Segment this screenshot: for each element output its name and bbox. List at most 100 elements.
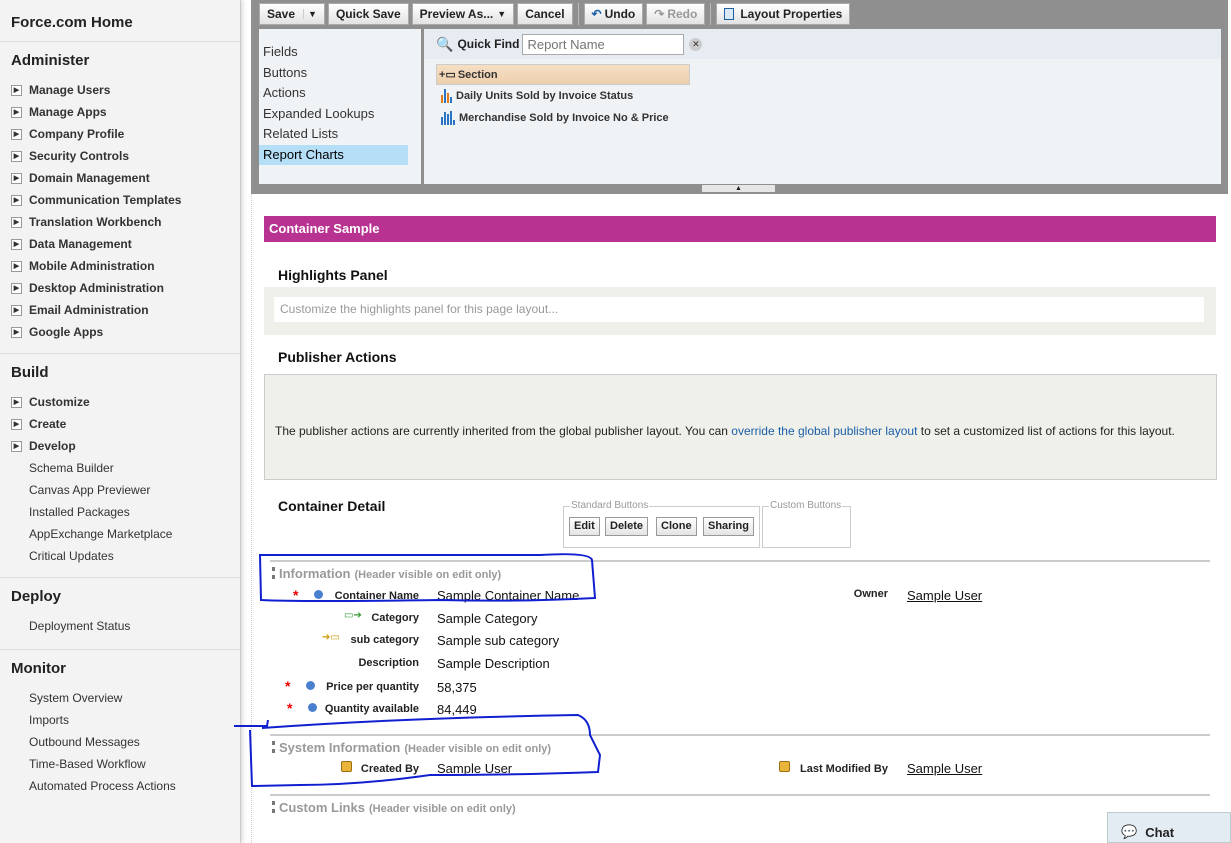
monitor-heading: Monitor [11, 660, 66, 677]
palette-item-report-chart[interactable]: Merchandise Sold by Invoice No & Price [424, 107, 1221, 129]
quick-find-bar: 🔍 Quick Find ✕ [424, 29, 1221, 59]
override-publisher-layout-link[interactable]: override the global publisher layout [731, 424, 917, 438]
field-value[interactable]: Sample sub category [437, 633, 559, 648]
drag-handle-icon[interactable] [272, 801, 275, 813]
sidebar-link-system-overview[interactable]: System Overview [0, 687, 240, 709]
quick-save-button[interactable]: Quick Save [327, 3, 409, 25]
palette-category-actions[interactable]: Actions [259, 83, 421, 104]
required-icon: * [293, 587, 299, 603]
sidebar-item-translation-workbench[interactable]: ▶ Translation Workbench [0, 211, 240, 233]
expand-icon[interactable]: ▶ [11, 172, 22, 184]
field-value[interactable]: Sample User [437, 761, 512, 776]
collapse-palette-handle[interactable]: ▲ [702, 185, 775, 192]
sidebar-link-schema-builder[interactable]: Schema Builder [0, 457, 240, 479]
sidebar-item-desktop-administration-label: Desktop Administration [29, 281, 164, 295]
force-home-link[interactable]: Force.com Home [0, 0, 240, 41]
sidebar-link-deployment-status[interactable]: Deployment Status [0, 615, 240, 637]
sidebar-link-imports[interactable]: Imports [0, 709, 240, 731]
undo-button[interactable]: ↶ Undo [583, 3, 644, 25]
palette-category-buttons[interactable]: Buttons [259, 63, 421, 84]
sidebar-item-email-administration[interactable]: ▶ Email Administration [0, 299, 240, 321]
sidebar-link-installed-packages[interactable]: Installed Packages [0, 501, 240, 523]
field-value[interactable]: Sample User [907, 588, 982, 603]
layout-properties-button[interactable]: Layout Properties [716, 3, 851, 25]
sidebar-item-communication-templates[interactable]: ▶ Communication Templates [0, 189, 240, 211]
sidebar-item-manage-users[interactable]: ▶ Manage Users [0, 79, 240, 101]
clone-button[interactable]: Clone [656, 517, 697, 536]
preview-as-button[interactable]: Preview As... ▼ [411, 3, 515, 25]
section-custom-links-header[interactable]: Custom Links (Header visible on edit only… [272, 800, 516, 815]
delete-button[interactable]: Delete [605, 517, 649, 536]
sidebar-item-mobile-administration[interactable]: ▶ Mobile Administration [0, 255, 240, 277]
highlights-placeholder[interactable]: Customize the highlights panel for this … [274, 297, 1204, 322]
sidebar-item-manage-apps[interactable]: ▶ Manage Apps [0, 101, 240, 123]
edit-button[interactable]: Edit [569, 517, 600, 536]
expand-icon[interactable]: ▶ [11, 304, 22, 316]
sidebar-item-google-apps[interactable]: ▶ Google Apps [0, 321, 240, 343]
palette-category-fields[interactable]: Fields [259, 42, 421, 63]
expand-icon[interactable]: ▶ [11, 238, 22, 250]
setup-sidebar: Force.com Home Administer ▶ Manage Users ▶… [0, 0, 241, 843]
sidebar-item-domain-management[interactable]: ▶ Domain Management [0, 167, 240, 189]
expand-icon[interactable]: ▶ [11, 216, 22, 228]
section-information-header[interactable]: Information (Header visible on edit only) [272, 566, 501, 581]
build-heading: Build [11, 364, 49, 381]
palette-category-related-lists[interactable]: Related Lists [259, 124, 421, 145]
expand-icon[interactable]: ▶ [11, 260, 22, 272]
expand-icon[interactable]: ▶ [11, 396, 22, 408]
sidebar-item-company-profile[interactable]: ▶ Company Profile [0, 123, 240, 145]
expand-icon[interactable]: ▶ [11, 150, 22, 162]
expand-icon[interactable]: ▶ [11, 84, 22, 96]
field-value[interactable]: 84,449 [437, 702, 477, 717]
sidebar-link-critical-updates[interactable]: Critical Updates [0, 545, 240, 567]
palette-item-report-chart[interactable]: Daily Units Sold by Invoice Status [424, 85, 1221, 107]
cancel-button[interactable]: Cancel [517, 3, 573, 25]
field-value[interactable]: Sample Description [437, 656, 550, 671]
sidebar-item-develop[interactable]: ▶ Develop [0, 435, 240, 457]
sharing-button[interactable]: Sharing [703, 517, 754, 536]
section-note: (Header visible on edit only) [368, 803, 516, 815]
sidebar-item-data-management[interactable]: ▶ Data Management [0, 233, 240, 255]
drag-handle-icon[interactable] [272, 741, 275, 753]
container-detail-title: Container Detail [278, 498, 386, 514]
sidebar-link-time-based-workflow[interactable]: Time-Based Workflow [0, 753, 240, 775]
palette-category-expanded-lookups[interactable]: Expanded Lookups [259, 104, 421, 125]
palette-item-section[interactable]: +▭ Section [436, 64, 690, 85]
sidebar-item-create-label: Create [29, 417, 67, 431]
field-value[interactable]: Sample Category [437, 611, 537, 626]
expand-icon[interactable]: ▶ [11, 194, 22, 206]
redo-label: Redo [667, 7, 698, 21]
expand-icon[interactable]: ▶ [11, 106, 22, 118]
clear-icon[interactable]: ✕ [689, 37, 703, 51]
field-value[interactable]: 58,375 [437, 680, 477, 695]
expand-icon[interactable]: ▶ [11, 440, 22, 452]
expand-icon[interactable]: ▶ [11, 418, 22, 430]
palette-category-report-charts[interactable]: Report Charts [259, 144, 408, 165]
save-dropdown-icon[interactable]: ▼ [303, 9, 317, 19]
publisher-actions-box: The publisher actions are currently inhe… [264, 374, 1217, 480]
sidebar-item-customize[interactable]: ▶ Customize [0, 391, 240, 413]
drag-handle-icon[interactable] [272, 567, 275, 579]
expand-icon[interactable]: ▶ [11, 326, 22, 338]
sidebar-item-desktop-administration[interactable]: ▶ Desktop Administration [0, 277, 240, 299]
sidebar-link-appexchange-marketplace[interactable]: AppExchange Marketplace [0, 523, 240, 545]
field-value[interactable]: Sample Container Name [437, 588, 579, 603]
expand-icon[interactable]: ▶ [11, 128, 22, 140]
sidebar-link-outbound-messages[interactable]: Outbound Messages [0, 731, 240, 753]
sidebar-item-create[interactable]: ▶ Create [0, 413, 240, 435]
bar-chart-icon [441, 111, 455, 125]
quick-find-input[interactable] [522, 33, 685, 55]
preview-as-label: Preview As... [419, 7, 494, 21]
section-system-information-header[interactable]: System Information (Header visible on edi… [272, 740, 551, 755]
expand-icon[interactable]: ▶ [11, 282, 22, 294]
sidebar-link-automated-process-actions[interactable]: Automated Process Actions [0, 775, 240, 797]
field-label: Created By [360, 763, 419, 775]
save-button[interactable]: Save ▼ [259, 3, 325, 25]
sidebar-item-security-controls[interactable]: ▶ Security Controls [0, 145, 240, 167]
field-value[interactable]: Sample User [907, 761, 982, 776]
chat-button[interactable]: 💬 Chat [1107, 812, 1231, 843]
sidebar-link-canvas-app-previewer[interactable]: Canvas App Previewer [0, 479, 240, 501]
custom-buttons-group: Custom Buttons [762, 500, 851, 548]
redo-button[interactable]: ↷ Redo [646, 3, 706, 25]
palette-category-list: Fields Buttons Actions Expanded Lookups Rela… [259, 29, 421, 184]
